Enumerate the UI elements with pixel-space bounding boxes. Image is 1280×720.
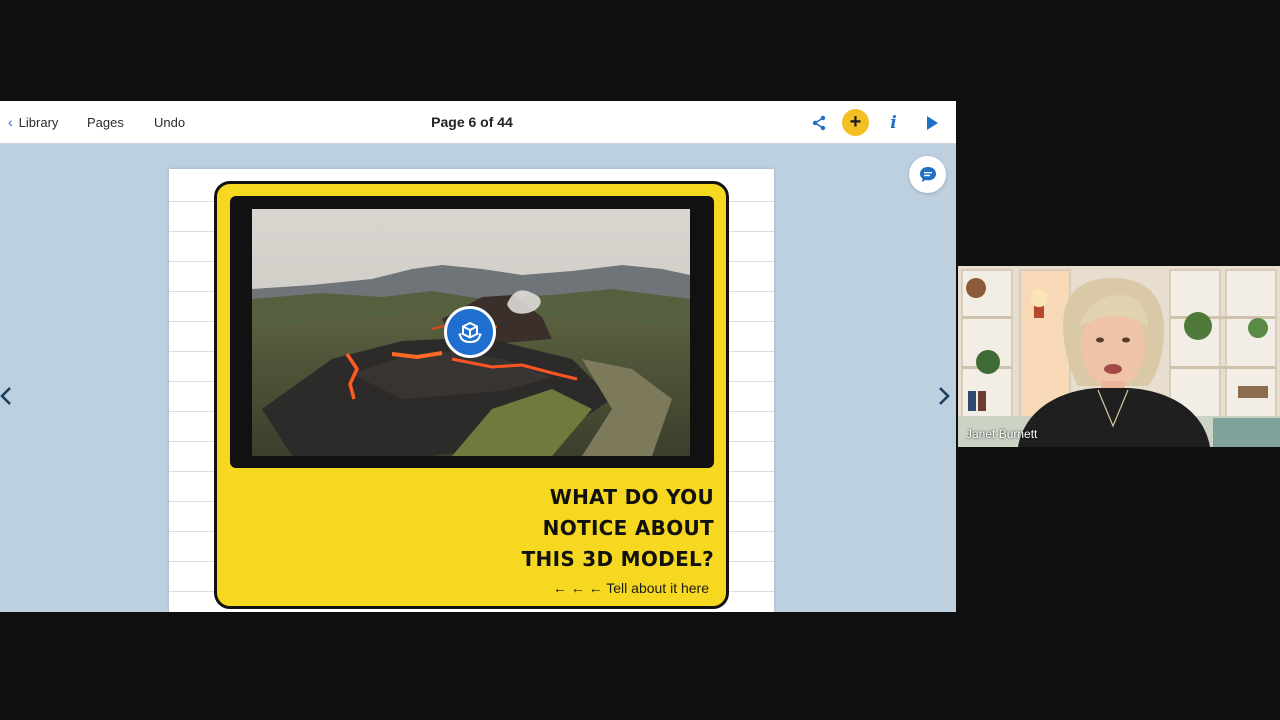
model-frame [230,196,714,468]
heading-line: notice about [542,516,714,540]
volcano-3d-model[interactable] [252,209,690,456]
3d-model-icon [458,321,482,344]
chevron-left-icon [0,387,11,405]
comment-icon [919,166,936,182]
heading-line: What do you [549,485,714,509]
participant-video-feed [958,266,1280,447]
library-back-button[interactable]: ‹ Library [8,101,58,144]
info-icon: i [890,112,897,133]
info-button[interactable]: i [880,109,907,136]
next-page-button[interactable] [932,381,956,411]
card-heading: What do you notice about this 3D model? [434,482,714,575]
chevron-right-icon [939,387,950,405]
pages-button[interactable]: Pages [87,101,124,144]
participant-name: Janet Burnett [966,427,1038,441]
plus-icon: + [849,111,862,133]
3d-model-button[interactable] [444,306,496,358]
chevron-left-icon: ‹ [8,114,13,130]
question-card: What do you notice about this 3D model? … [214,181,729,609]
play-icon [926,115,938,130]
share-icon [812,115,825,130]
comment-button[interactable] [909,156,946,193]
heading-line: this 3D model? [521,547,714,571]
add-button[interactable]: + [842,109,869,136]
previous-page-button[interactable] [0,381,18,411]
play-button[interactable] [918,109,945,136]
response-hint: ← ← ← Tell about it here [552,580,709,596]
library-label: Library [18,115,59,130]
share-button[interactable] [805,109,832,136]
page-indicator: Page 6 of 44 [431,114,513,130]
undo-button[interactable]: Undo [154,101,185,144]
book-editor: ‹ Library Pages Undo Page 6 of 44 + i WH… [0,101,956,612]
book-page[interactable]: What do you notice about this 3D model? … [169,169,774,612]
top-toolbar: ‹ Library Pages Undo Page 6 of 44 + i [0,101,956,144]
participant-video-tile[interactable]: Janet Burnett [958,266,1280,447]
